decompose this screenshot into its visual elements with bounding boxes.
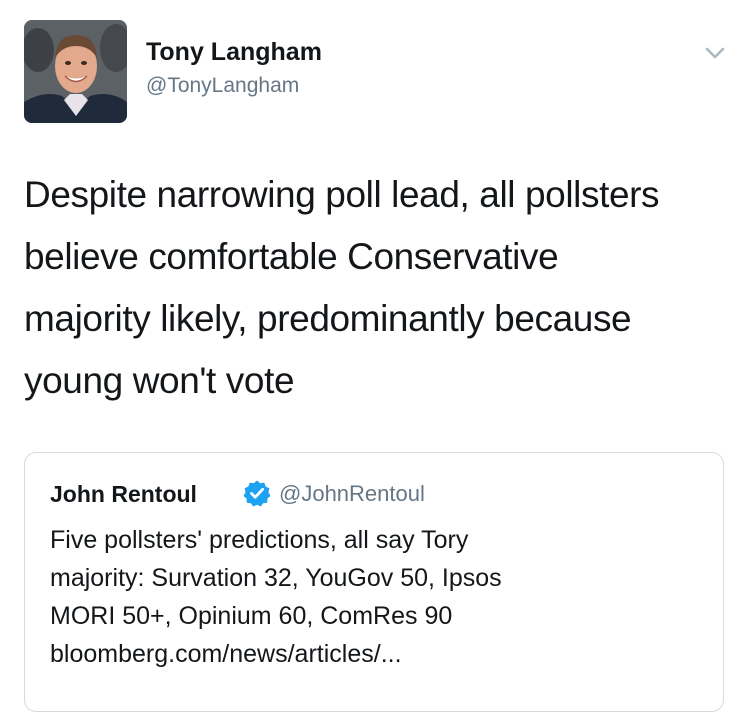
quoted-tweet-card[interactable]: John Rentoul @JohnRentoul Five pollsters…: [24, 452, 724, 712]
tweet-text-line: young won't vote: [24, 360, 295, 401]
quoted-tweet-text: Five pollsters' predictions, all say Tor…: [50, 521, 710, 673]
quoted-author-handle: @JohnRentoul: [279, 481, 425, 506]
quoted-text-line: MORI 50+, Opinium 60, ComRes 90: [50, 602, 453, 630]
author-handle[interactable]: @TonyLangham: [146, 74, 299, 98]
quoted-author-name: John Rentoul: [50, 481, 197, 507]
tweet-text-line: majority likely, predominantly because: [24, 298, 632, 339]
verified-badge-icon: [243, 479, 271, 507]
tweet-text-line: believe comfortable Conservative: [24, 236, 559, 277]
author-display-name[interactable]: Tony Langham: [146, 38, 322, 67]
quoted-text-line: Five pollsters' predictions, all say Tor…: [50, 526, 469, 554]
quoted-link-line[interactable]: bloomberg.com/news/articles/...: [50, 635, 710, 673]
quoted-text-line: majority: Survation 32, YouGov 50, Ipsos: [50, 564, 502, 592]
tweet-text: Despite narrowing poll lead, all pollste…: [24, 164, 739, 412]
tweet-text-line: Despite narrowing poll lead, all pollste…: [24, 174, 660, 215]
profile-photo: [24, 20, 127, 123]
chevron-down-icon[interactable]: [700, 40, 730, 66]
author-avatar[interactable]: [24, 20, 127, 123]
